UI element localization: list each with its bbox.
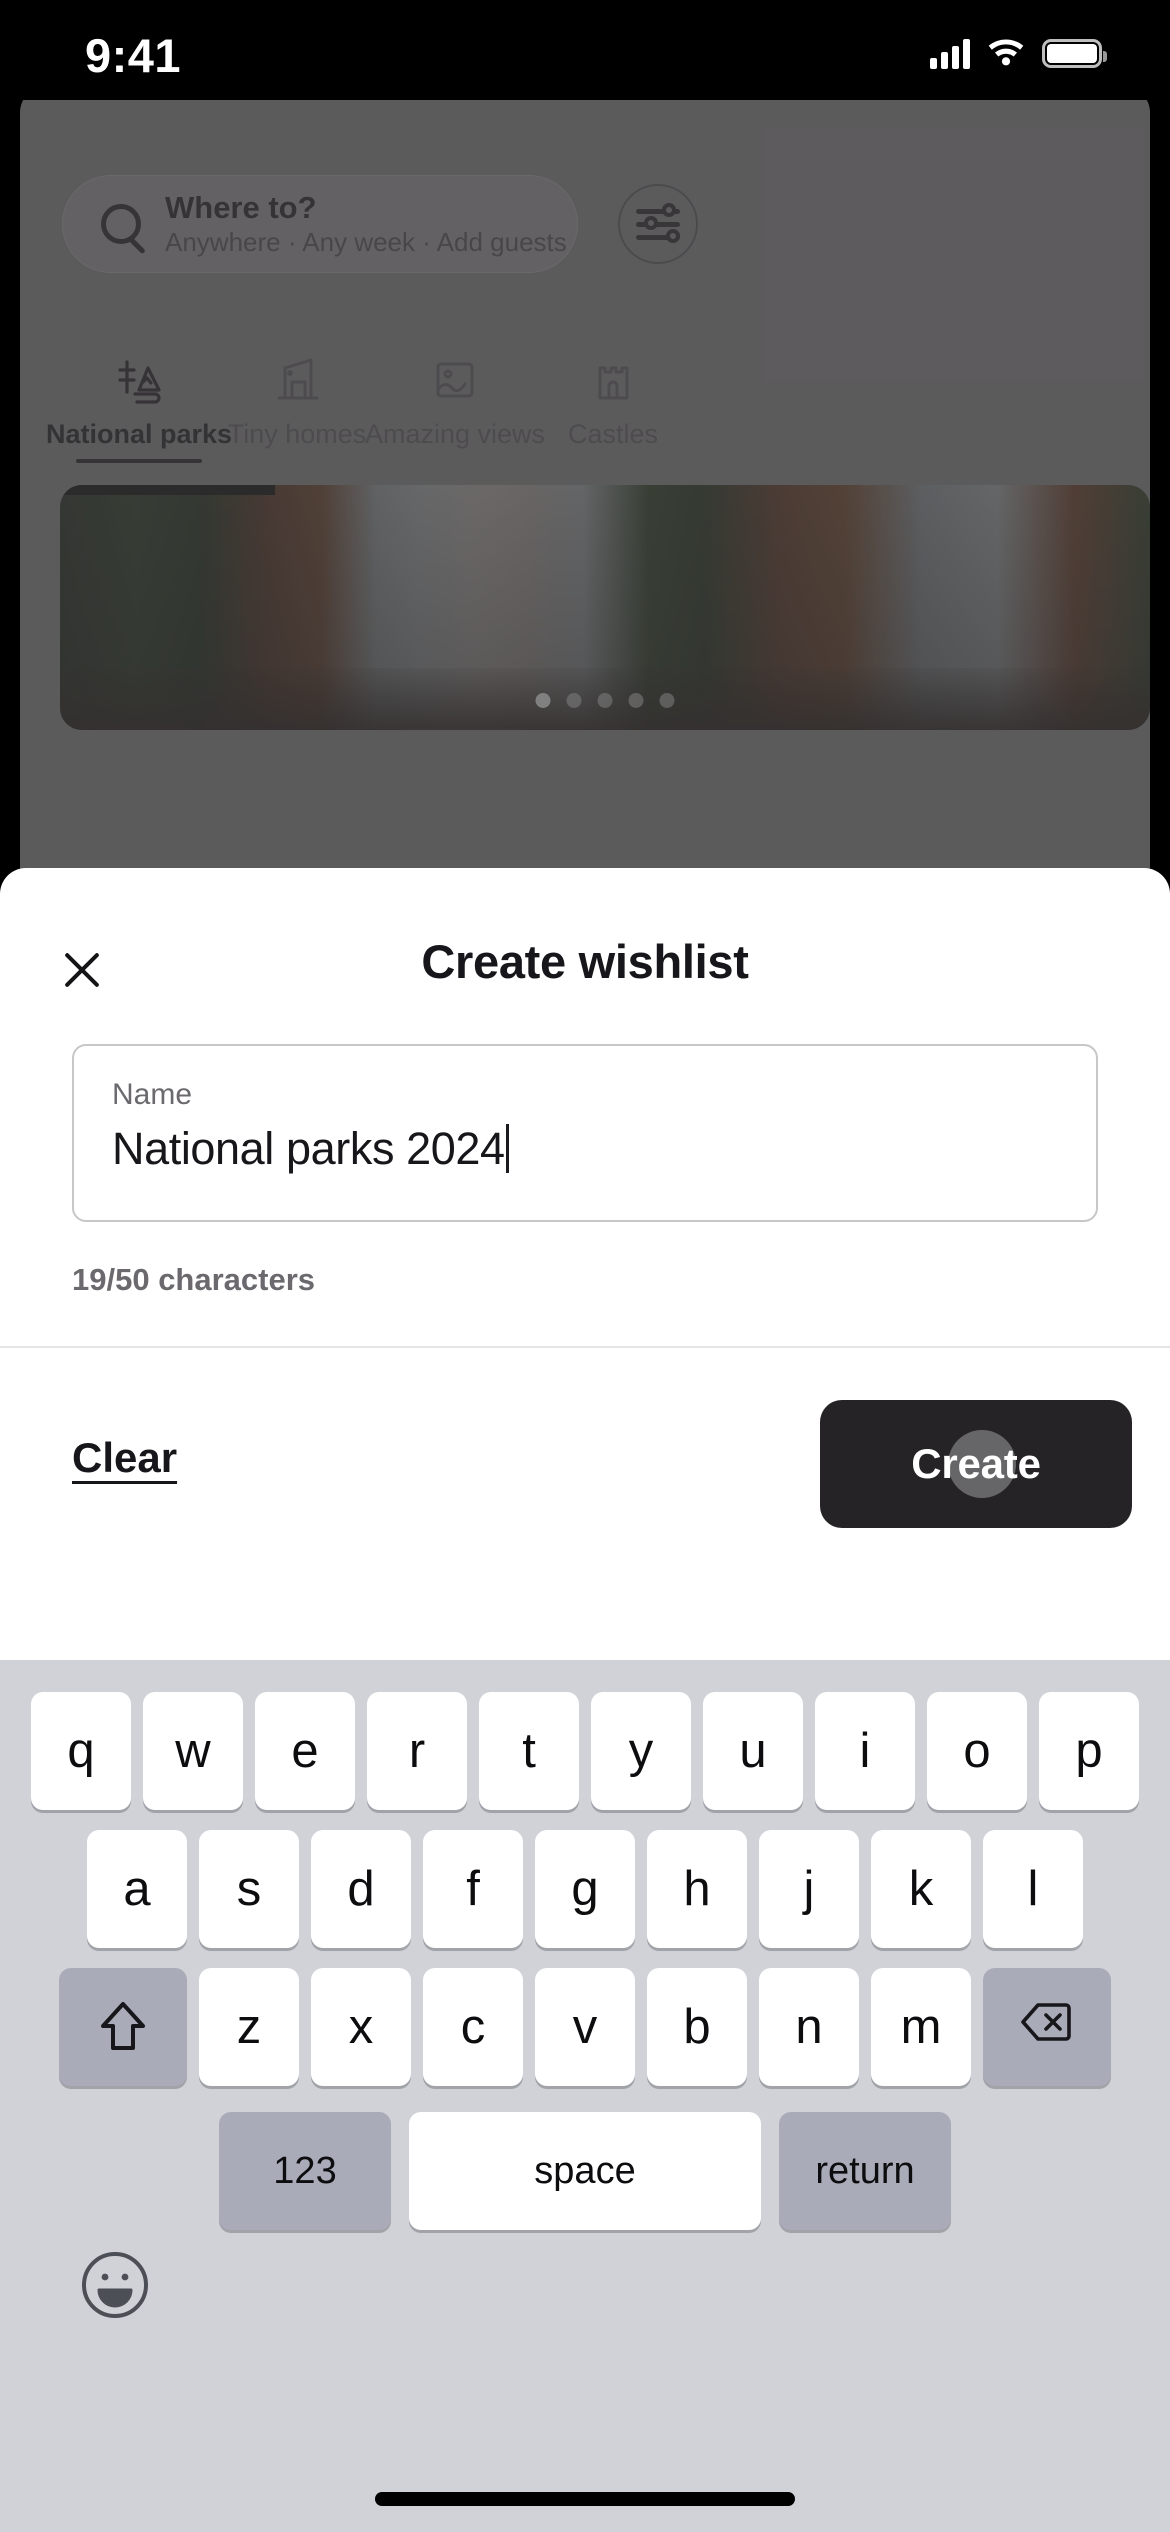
on-screen-keyboard: q w e r t y u i o p a s d f g h j k l z … (0, 1660, 1170, 2532)
home-indicator[interactable] (375, 2492, 795, 2506)
key-a[interactable]: a (87, 1830, 187, 1948)
keyboard-row-3: z x c v b n m (0, 1968, 1170, 2086)
backspace-icon (1020, 2000, 1074, 2055)
key-c[interactable]: c (423, 1968, 523, 2086)
key-t[interactable]: t (479, 1692, 579, 1810)
clear-button[interactable]: Clear (72, 1434, 177, 1482)
status-icons (930, 36, 1107, 71)
keyboard-utility-row (0, 2230, 1170, 2350)
key-p[interactable]: p (1039, 1692, 1139, 1810)
key-d[interactable]: d (311, 1830, 411, 1948)
tap-ripple-indicator (948, 1430, 1016, 1498)
key-s[interactable]: s (199, 1830, 299, 1948)
text-caret (505, 1124, 509, 1174)
key-h[interactable]: h (647, 1830, 747, 1948)
return-key[interactable]: return (779, 2112, 951, 2230)
battery-icon (1042, 39, 1107, 68)
phone-screen: Where to? Anywhere · Any week · Add gues… (0, 0, 1170, 2532)
key-q[interactable]: q (31, 1692, 131, 1810)
key-f[interactable]: f (423, 1830, 523, 1948)
character-counter: 19/50 characters (72, 1262, 316, 1297)
emoji-icon (78, 2252, 152, 2326)
modal-body: Name National parks 2024 19/50 character… (0, 1044, 1170, 1346)
key-e[interactable]: e (255, 1692, 355, 1810)
modal-header: Create wishlist (0, 868, 1170, 1050)
shift-icon (97, 1998, 149, 2056)
key-z[interactable]: z (199, 1968, 299, 2086)
name-input-value-row: National parks 2024 (112, 1124, 1096, 1174)
key-i[interactable]: i (815, 1692, 915, 1810)
key-j[interactable]: j (759, 1830, 859, 1948)
wifi-icon (986, 36, 1026, 71)
key-r[interactable]: r (367, 1692, 467, 1810)
numbers-key[interactable]: 123 (219, 2112, 391, 2230)
create-wishlist-modal: Create wishlist Name National parks 2024… (0, 868, 1170, 1660)
key-x[interactable]: x (311, 1968, 411, 2086)
key-w[interactable]: w (143, 1692, 243, 1810)
keyboard-row-2: a s d f g h j k l (0, 1830, 1170, 1948)
modal-scrim[interactable] (20, 85, 1150, 935)
keyboard-row-4: 123 space return (0, 2112, 1170, 2230)
key-g[interactable]: g (535, 1830, 635, 1948)
key-v[interactable]: v (535, 1968, 635, 2086)
status-time: 9:41 (85, 29, 182, 82)
status-bar: 9:41 (0, 0, 1170, 100)
backspace-key[interactable] (983, 1968, 1111, 2086)
key-u[interactable]: u (703, 1692, 803, 1810)
create-button[interactable]: Create (820, 1400, 1132, 1528)
key-l[interactable]: l (983, 1830, 1083, 1948)
key-k[interactable]: k (871, 1830, 971, 1948)
modal-title: Create wishlist (421, 935, 749, 988)
key-y[interactable]: y (591, 1692, 691, 1810)
name-input[interactable]: Name National parks 2024 (72, 1044, 1098, 1222)
key-n[interactable]: n (759, 1968, 859, 2086)
background-app: Where to? Anywhere · Any week · Add gues… (20, 85, 1150, 935)
shift-key[interactable] (59, 1968, 187, 2086)
key-o[interactable]: o (927, 1692, 1027, 1810)
space-key[interactable]: space (409, 2112, 761, 2230)
name-input-label: Name (112, 1078, 193, 1111)
name-input-value: National parks 2024 (112, 1123, 505, 1174)
key-m[interactable]: m (871, 1968, 971, 2086)
keyboard-row-1: q w e r t y u i o p (0, 1692, 1170, 1810)
key-b[interactable]: b (647, 1968, 747, 2086)
cellular-signal-icon (930, 38, 970, 69)
modal-footer: Clear Create (0, 1348, 1170, 1660)
emoji-key[interactable] (78, 2248, 152, 2322)
